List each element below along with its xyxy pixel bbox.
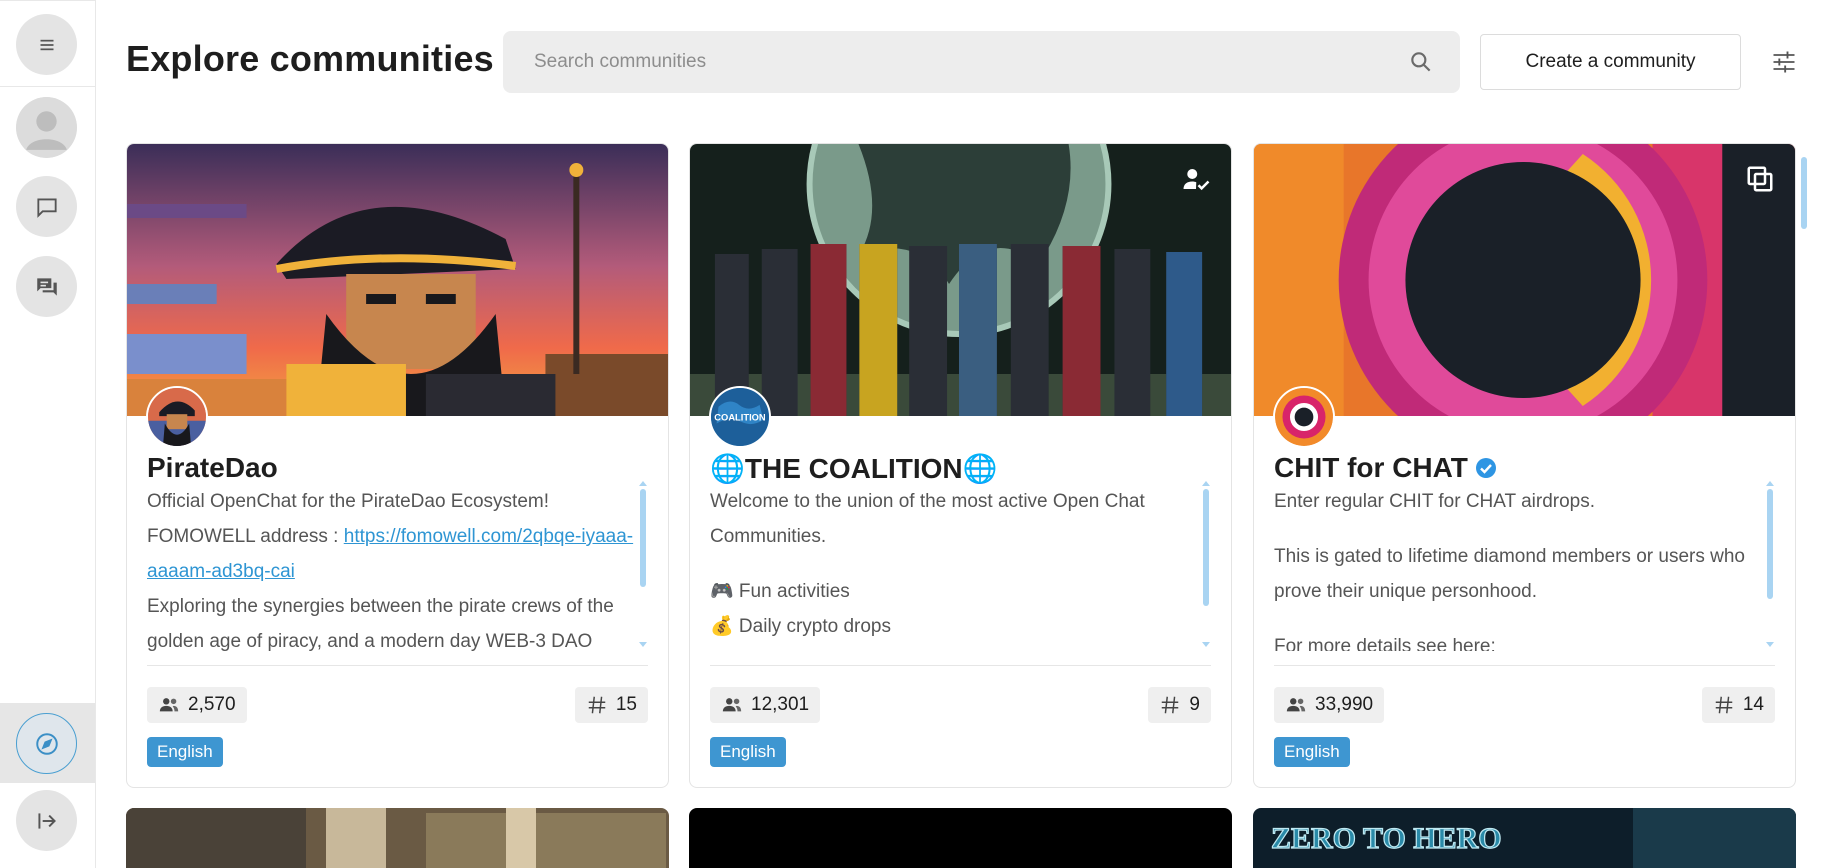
description-line: Welcome to the union of the most active … [710,491,1145,547]
svg-text:COALITION: COALITION [714,413,766,423]
page-title: Explore communities [126,38,494,79]
create-community-button[interactable]: Create a community [1480,34,1741,90]
community-banner-image [126,808,669,868]
community-banner-image: ZERO TO HERO [1253,808,1796,868]
language-badge: English [1274,737,1350,767]
description-scrollbar[interactable] [1202,481,1210,647]
description-scrollbar[interactable] [639,481,647,647]
hashtag-icon [588,696,606,714]
members-icon [1286,698,1306,712]
community-card-piratedao[interactable]: PirateDao Official OpenChat for the Pira… [126,143,669,788]
community-avatar [1273,386,1335,448]
member-count-badge: 12,301 [710,687,821,723]
profile-avatar-button[interactable] [16,97,77,158]
hamburger-icon [40,39,53,50]
card-divider [1274,665,1775,666]
members-icon [159,698,179,712]
channel-count-badge: 14 [1701,687,1775,723]
member-count: 12,301 [751,694,810,715]
description-line: 🎮 Fun activities [710,581,850,602]
page-scrollbar[interactable] [1800,143,1808,833]
community-card-partial[interactable] [689,808,1232,868]
svg-text:ZERO TO HERO: ZERO TO HERO [1271,822,1502,855]
direct-chats-button[interactable] [16,176,77,237]
search-input[interactable] [503,31,1460,93]
forum-icon [36,277,57,296]
description-line: This is gated to lifetime diamond member… [1274,546,1745,602]
community-banner-image [127,144,668,416]
address-label: FOMOWELL address : [147,526,344,547]
left-sidebar [0,0,96,868]
member-count-badge: 2,570 [147,687,247,723]
community-card-coalition[interactable]: COALITION 🌐THE COALITION🌐 Welcome to the… [689,143,1232,788]
card-divider [147,665,648,666]
description-line: 💰 Daily crypto drops [710,616,891,637]
description-line: For more details see here: [1274,636,1496,651]
filter-settings-icon[interactable] [1770,48,1798,76]
sidebar-header [0,0,95,87]
community-description: Enter regular CHIT for CHAT airdrops. Th… [1274,484,1774,651]
community-name: CHIT for CHAT [1274,452,1498,484]
member-count: 2,570 [188,694,236,715]
community-name-text: CHIT for CHAT [1274,452,1468,483]
language-badge: English [147,737,223,767]
channel-count: 15 [615,694,637,715]
member-count: 33,990 [1315,694,1374,715]
community-avatar: COALITION [709,386,771,448]
community-name: 🌐THE COALITION🌐 [710,453,998,484]
community-card-partial[interactable] [126,808,669,868]
community-description: Official OpenChat for the PirateDao Ecos… [147,484,647,651]
community-name: PirateDao [147,452,278,483]
user-avatar-icon [16,97,77,158]
channel-count-badge: 15 [574,687,648,723]
exit-arrow-icon [37,812,56,829]
group-chats-button[interactable] [16,256,77,317]
channel-count-badge: 9 [1148,687,1211,723]
description-scrollbar[interactable] [1766,481,1774,647]
hashtag-icon [1162,696,1179,714]
explore-button[interactable] [16,713,77,774]
page-scrollbar-thumb[interactable] [1801,157,1807,229]
chat-bubble-icon [36,197,57,218]
card-divider [710,665,1211,666]
language-badge: English [710,737,786,767]
verified-badge-icon [1475,458,1496,478]
description-line: Enter regular CHIT for CHAT airdrops. [1274,491,1595,512]
members-icon [722,698,742,712]
member-count-badge: 33,990 [1274,687,1385,723]
community-card-partial[interactable]: ZERO TO HERO [1253,808,1796,868]
channel-count: 14 [1742,694,1764,715]
community-banner-image [690,144,1231,416]
explore-nav-item[interactable] [0,703,95,783]
logout-button[interactable] [16,790,77,851]
menu-button[interactable] [16,14,77,75]
community-card-chit-for-chat[interactable]: CHIT for CHAT Enter regular CHIT for CHA… [1253,143,1796,788]
community-avatar [146,386,208,448]
app-root: Explore communities Create a community [0,0,1829,868]
verified-user-icon [1183,169,1210,191]
community-description: Welcome to the union of the most active … [710,484,1210,651]
compass-icon [35,732,58,755]
description-line: Exploring the synergies between the pira… [147,596,614,651]
community-banner-image [1254,144,1795,416]
copy-icon[interactable] [1745,164,1775,194]
description-line: Official OpenChat for the PirateDao Ecos… [147,491,549,512]
search-bar [503,31,1460,93]
description-line: FOMOWELL address : https://fomowell.com/… [147,519,647,589]
search-icon[interactable] [1408,49,1434,75]
channel-count: 9 [1189,694,1200,715]
hashtag-icon [1715,696,1733,714]
